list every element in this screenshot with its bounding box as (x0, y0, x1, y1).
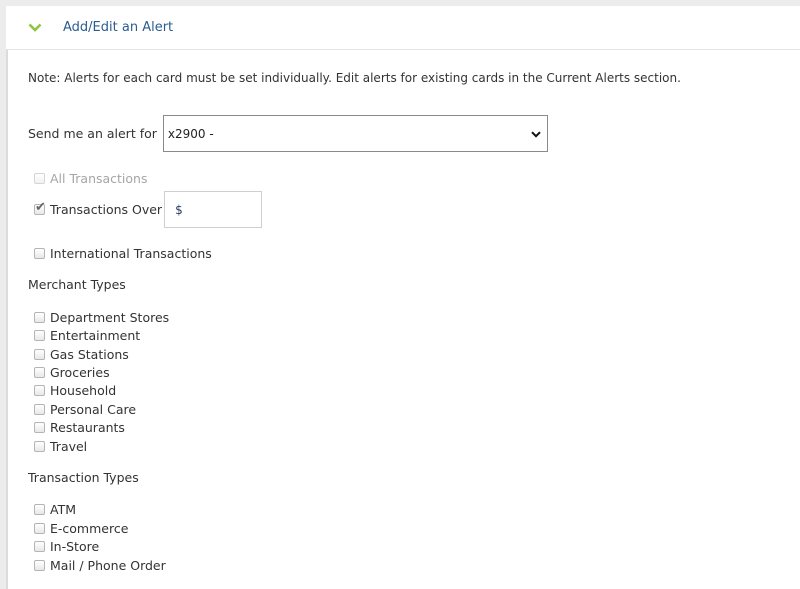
card-select-label: Send me an alert for (28, 126, 157, 141)
merchant-label: Personal Care (50, 402, 137, 417)
merchant-checkbox[interactable] (34, 312, 45, 323)
merchant-item: Department Stores (34, 310, 169, 325)
all-transactions-label: All Transactions (50, 171, 148, 186)
panel-title: Add/Edit an Alert (63, 20, 174, 35)
transaction-type-label: Mail / Phone Order (50, 558, 166, 573)
all-transactions-option: All Transactions (34, 171, 148, 186)
merchant-label: Gas Stations (50, 347, 129, 362)
transaction-type-label: In-Store (50, 539, 100, 554)
transaction-type-checkbox[interactable] (34, 541, 45, 552)
currency-prefix: $ (175, 202, 183, 217)
transactions-over-label: Transactions Over (50, 202, 163, 217)
transaction-type-item: Mail / Phone Order (34, 558, 166, 573)
panel-body: Note: Alerts for each card must be set i… (6, 50, 800, 589)
alerts-note: Note: Alerts for each card must be set i… (28, 71, 681, 85)
amount-input[interactable]: $ (164, 191, 263, 228)
merchant-checkbox[interactable] (34, 367, 45, 378)
merchant-item: Groceries (34, 365, 110, 380)
transaction-type-label: E-commerce (50, 521, 129, 536)
chevron-down-icon (26, 21, 44, 35)
transaction-type-checkbox[interactable] (34, 523, 45, 534)
transaction-type-label: ATM (50, 502, 77, 517)
dropdown-chevron-icon (531, 127, 541, 141)
merchant-item: Gas Stations (34, 347, 129, 362)
merchant-label: Restaurants (50, 420, 125, 435)
all-transactions-checkbox[interactable] (34, 173, 45, 184)
merchant-item: Travel (34, 439, 87, 454)
merchant-checkbox[interactable] (34, 441, 45, 452)
card-select[interactable]: x2900 - (162, 115, 548, 152)
merchant-label: Department Stores (50, 310, 170, 325)
transaction-type-item: In-Store (34, 539, 99, 554)
transactions-over-option: ✔ Transactions Over $ (34, 191, 263, 228)
merchant-item: Restaurants (34, 420, 125, 435)
international-label: International Transactions (50, 246, 212, 261)
transaction-types-heading: Transaction Types (28, 470, 139, 485)
add-edit-alert-panel: Add/Edit an Alert Note: Alerts for each … (6, 6, 800, 589)
international-checkbox[interactable] (34, 248, 45, 259)
international-option: International Transactions (34, 246, 212, 261)
transaction-type-checkbox[interactable] (34, 560, 45, 571)
card-select-row: Send me an alert for x2900 - (28, 115, 548, 152)
merchant-item: Household (34, 383, 116, 398)
transaction-type-item: E-commerce (34, 521, 128, 536)
merchant-label: Groceries (50, 365, 110, 380)
merchant-item: Personal Care (34, 402, 136, 417)
merchant-item: Entertainment (34, 328, 140, 343)
card-select-value: x2900 - (167, 126, 214, 141)
merchant-checkbox[interactable] (34, 404, 45, 415)
merchant-checkbox[interactable] (34, 422, 45, 433)
merchant-label: Household (50, 383, 117, 398)
merchant-types-heading: Merchant Types (28, 277, 126, 292)
merchant-checkbox[interactable] (34, 385, 45, 396)
merchant-checkbox[interactable] (34, 330, 45, 341)
checkmark-icon: ✔ (35, 200, 46, 215)
transactions-over-checkbox[interactable]: ✔ (34, 200, 46, 215)
transaction-type-checkbox[interactable] (34, 504, 45, 515)
merchant-label: Travel (50, 439, 88, 454)
merchant-label: Entertainment (50, 328, 141, 343)
merchant-checkbox[interactable] (34, 349, 45, 360)
panel-header-toggle[interactable]: Add/Edit an Alert (6, 6, 800, 50)
transaction-type-item: ATM (34, 502, 76, 517)
